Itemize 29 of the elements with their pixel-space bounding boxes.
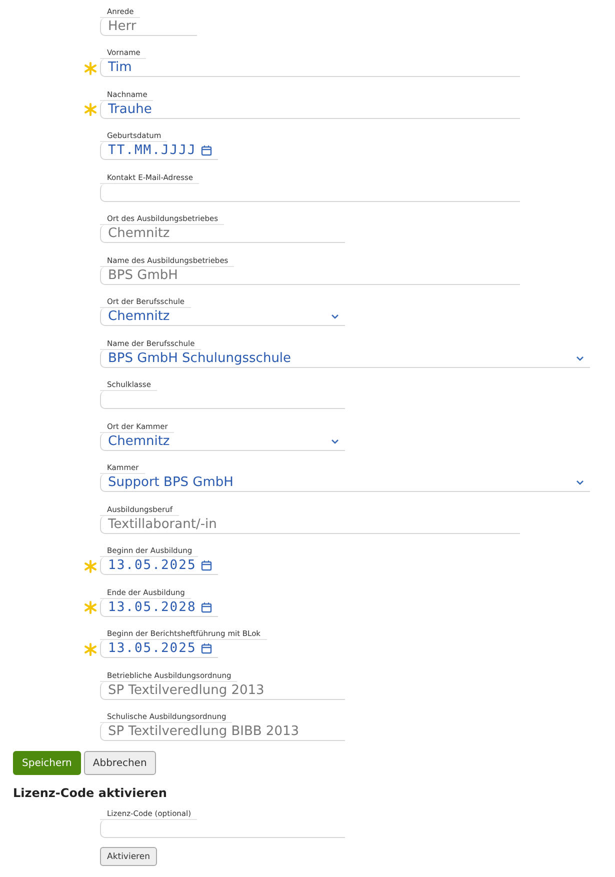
required-asterisk-icon bbox=[84, 62, 96, 74]
date-field[interactable]: 13.05.2028 bbox=[100, 598, 218, 616]
dropdown-field[interactable]: Support BPS GmbH bbox=[100, 474, 590, 492]
calendar-icon[interactable] bbox=[201, 643, 212, 654]
input-field[interactable]: Trauhe bbox=[100, 100, 520, 118]
dropdown-field[interactable]: BPS GmbH Schulungsschule bbox=[100, 350, 590, 368]
calendar-icon[interactable] bbox=[201, 145, 212, 156]
date-field[interactable]: 13.05.2025 bbox=[100, 557, 218, 575]
calendar-icon[interactable] bbox=[201, 602, 212, 612]
date-field[interactable]: TT.MM.JJJJ bbox=[100, 142, 218, 160]
calendar-icon[interactable] bbox=[201, 560, 212, 571]
chevron-down-icon bbox=[331, 438, 339, 444]
cancel-button[interactable]: Abbrechen bbox=[84, 751, 156, 775]
input-field[interactable]: Tim bbox=[100, 59, 520, 77]
required-asterisk-icon bbox=[84, 601, 96, 614]
input-field[interactable] bbox=[100, 391, 345, 409]
dropdown-field[interactable]: Chemnitz bbox=[100, 432, 345, 450]
dropdown-field[interactable]: Chemnitz bbox=[100, 308, 345, 326]
input-field[interactable] bbox=[100, 820, 345, 838]
section-heading: Lizenz-Code aktivieren bbox=[12, 785, 168, 800]
required-asterisk-icon bbox=[84, 103, 96, 116]
chevron-down-icon bbox=[576, 356, 584, 360]
date-field[interactable]: 13.05.2025 bbox=[100, 640, 218, 658]
required-asterisk-icon bbox=[84, 642, 96, 656]
activate-button[interactable]: Aktivieren bbox=[100, 847, 157, 866]
required-asterisk-icon bbox=[84, 560, 96, 572]
chevron-down-icon bbox=[576, 480, 584, 485]
save-button[interactable]: Speichern bbox=[13, 751, 81, 775]
chevron-down-icon bbox=[331, 314, 339, 319]
